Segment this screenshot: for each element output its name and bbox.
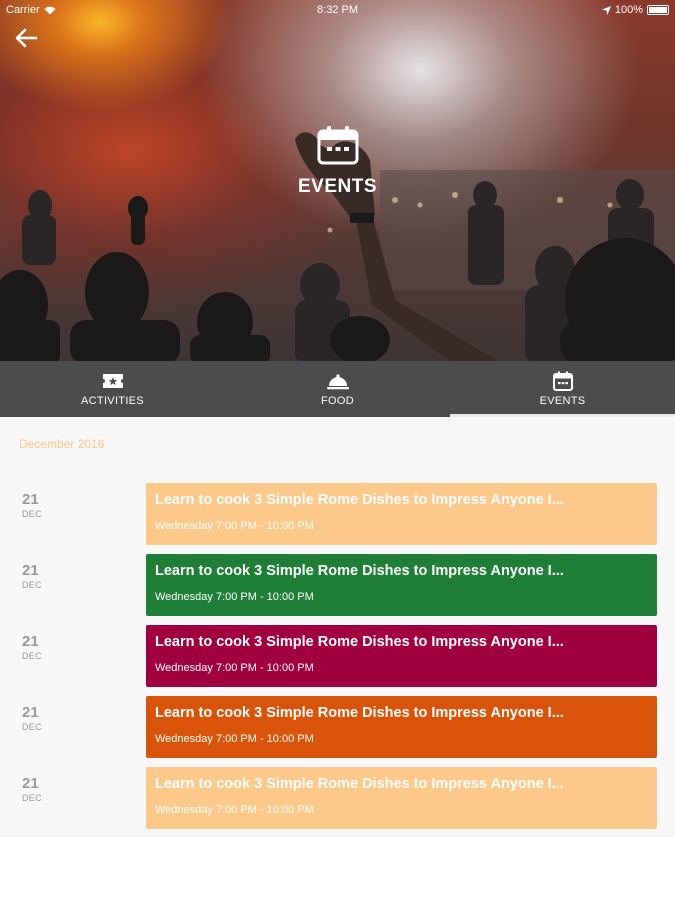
list-item: 21 DEC Learn to cook 3 Simple Rome Dishe… <box>0 483 675 545</box>
event-time: Wednesday 7:00 PM - 10:00 PM <box>155 733 314 745</box>
event-date: 21 DEC <box>22 562 62 590</box>
ticket-star-icon <box>102 374 123 388</box>
event-title: Learn to cook 3 Simple Rome Dishes to Im… <box>155 705 564 721</box>
event-card[interactable]: Learn to cook 3 Simple Rome Dishes to Im… <box>146 767 657 829</box>
page-title: EVENTS <box>297 176 378 197</box>
events-list: December 2016 21 DEC Learn to cook 3 Sim… <box>0 417 675 837</box>
battery-percent: 100% <box>614 4 643 16</box>
event-month: DEC <box>22 509 42 519</box>
event-time: Wednesday 7:00 PM - 10:00 PM <box>155 520 314 532</box>
calendar-icon <box>317 126 358 165</box>
event-day: 21 <box>22 633 39 650</box>
list-item: 21 DEC Learn to cook 3 Simple Rome Dishe… <box>0 625 675 687</box>
event-title: Learn to cook 3 Simple Rome Dishes to Im… <box>155 492 564 508</box>
cloche-icon <box>326 374 349 390</box>
event-title: Learn to cook 3 Simple Rome Dishes to Im… <box>155 563 564 579</box>
month-header: December 2016 <box>19 437 105 451</box>
back-arrow-icon <box>15 28 38 48</box>
tab-food[interactable]: FOOD <box>225 361 450 417</box>
back-button[interactable] <box>12 24 40 52</box>
event-month: DEC <box>22 793 42 803</box>
list-item: 21 DEC Learn to cook 3 Simple Rome Dishe… <box>0 696 675 758</box>
location-arrow-icon <box>601 5 611 15</box>
event-month: DEC <box>22 651 42 661</box>
carrier-label: Carrier <box>6 4 40 16</box>
event-date: 21 DEC <box>22 704 62 732</box>
event-day: 21 <box>22 491 39 508</box>
event-card[interactable]: Learn to cook 3 Simple Rome Dishes to Im… <box>146 625 657 687</box>
event-date: 21 DEC <box>22 491 62 519</box>
event-card[interactable]: Learn to cook 3 Simple Rome Dishes to Im… <box>146 554 657 616</box>
list-item: 21 DEC Learn to cook 3 Simple Rome Dishe… <box>0 554 675 616</box>
status-time: 8:32 PM <box>317 4 358 16</box>
event-card[interactable]: Learn to cook 3 Simple Rome Dishes to Im… <box>146 483 657 545</box>
tab-activities-label: ACTIVITIES <box>81 395 144 407</box>
status-bar: Carrier 8:32 PM 100% <box>0 0 675 20</box>
event-card[interactable]: Learn to cook 3 Simple Rome Dishes to Im… <box>146 696 657 758</box>
hero-header: EVENTS <box>0 125 675 198</box>
event-title: Learn to cook 3 Simple Rome Dishes to Im… <box>155 634 564 650</box>
event-date: 21 DEC <box>22 633 62 661</box>
category-tabbar: ACTIVITIES FOOD EVENTS <box>0 361 675 417</box>
event-day: 21 <box>22 775 39 792</box>
battery-icon <box>647 5 669 15</box>
event-day: 21 <box>22 562 39 579</box>
event-day: 21 <box>22 704 39 721</box>
event-time: Wednesday 7:00 PM - 10:00 PM <box>155 662 314 674</box>
event-month: DEC <box>22 580 42 590</box>
tab-activities[interactable]: ACTIVITIES <box>0 361 225 417</box>
event-month: DEC <box>22 722 42 732</box>
tab-events-label: EVENTS <box>539 395 586 407</box>
hero-banner: Carrier 8:32 PM 100% EVENTS <box>0 0 675 361</box>
event-title: Learn to cook 3 Simple Rome Dishes to Im… <box>155 776 564 792</box>
event-time: Wednesday 7:00 PM - 10:00 PM <box>155 591 314 603</box>
calendar-icon <box>552 371 573 391</box>
wifi-icon <box>44 6 56 14</box>
tab-events[interactable]: EVENTS <box>450 361 675 417</box>
event-date: 21 DEC <box>22 775 62 803</box>
event-time: Wednesday 7:00 PM - 10:00 PM <box>155 804 314 816</box>
tab-food-label: FOOD <box>321 395 354 407</box>
list-item: 21 DEC Learn to cook 3 Simple Rome Dishe… <box>0 767 675 829</box>
